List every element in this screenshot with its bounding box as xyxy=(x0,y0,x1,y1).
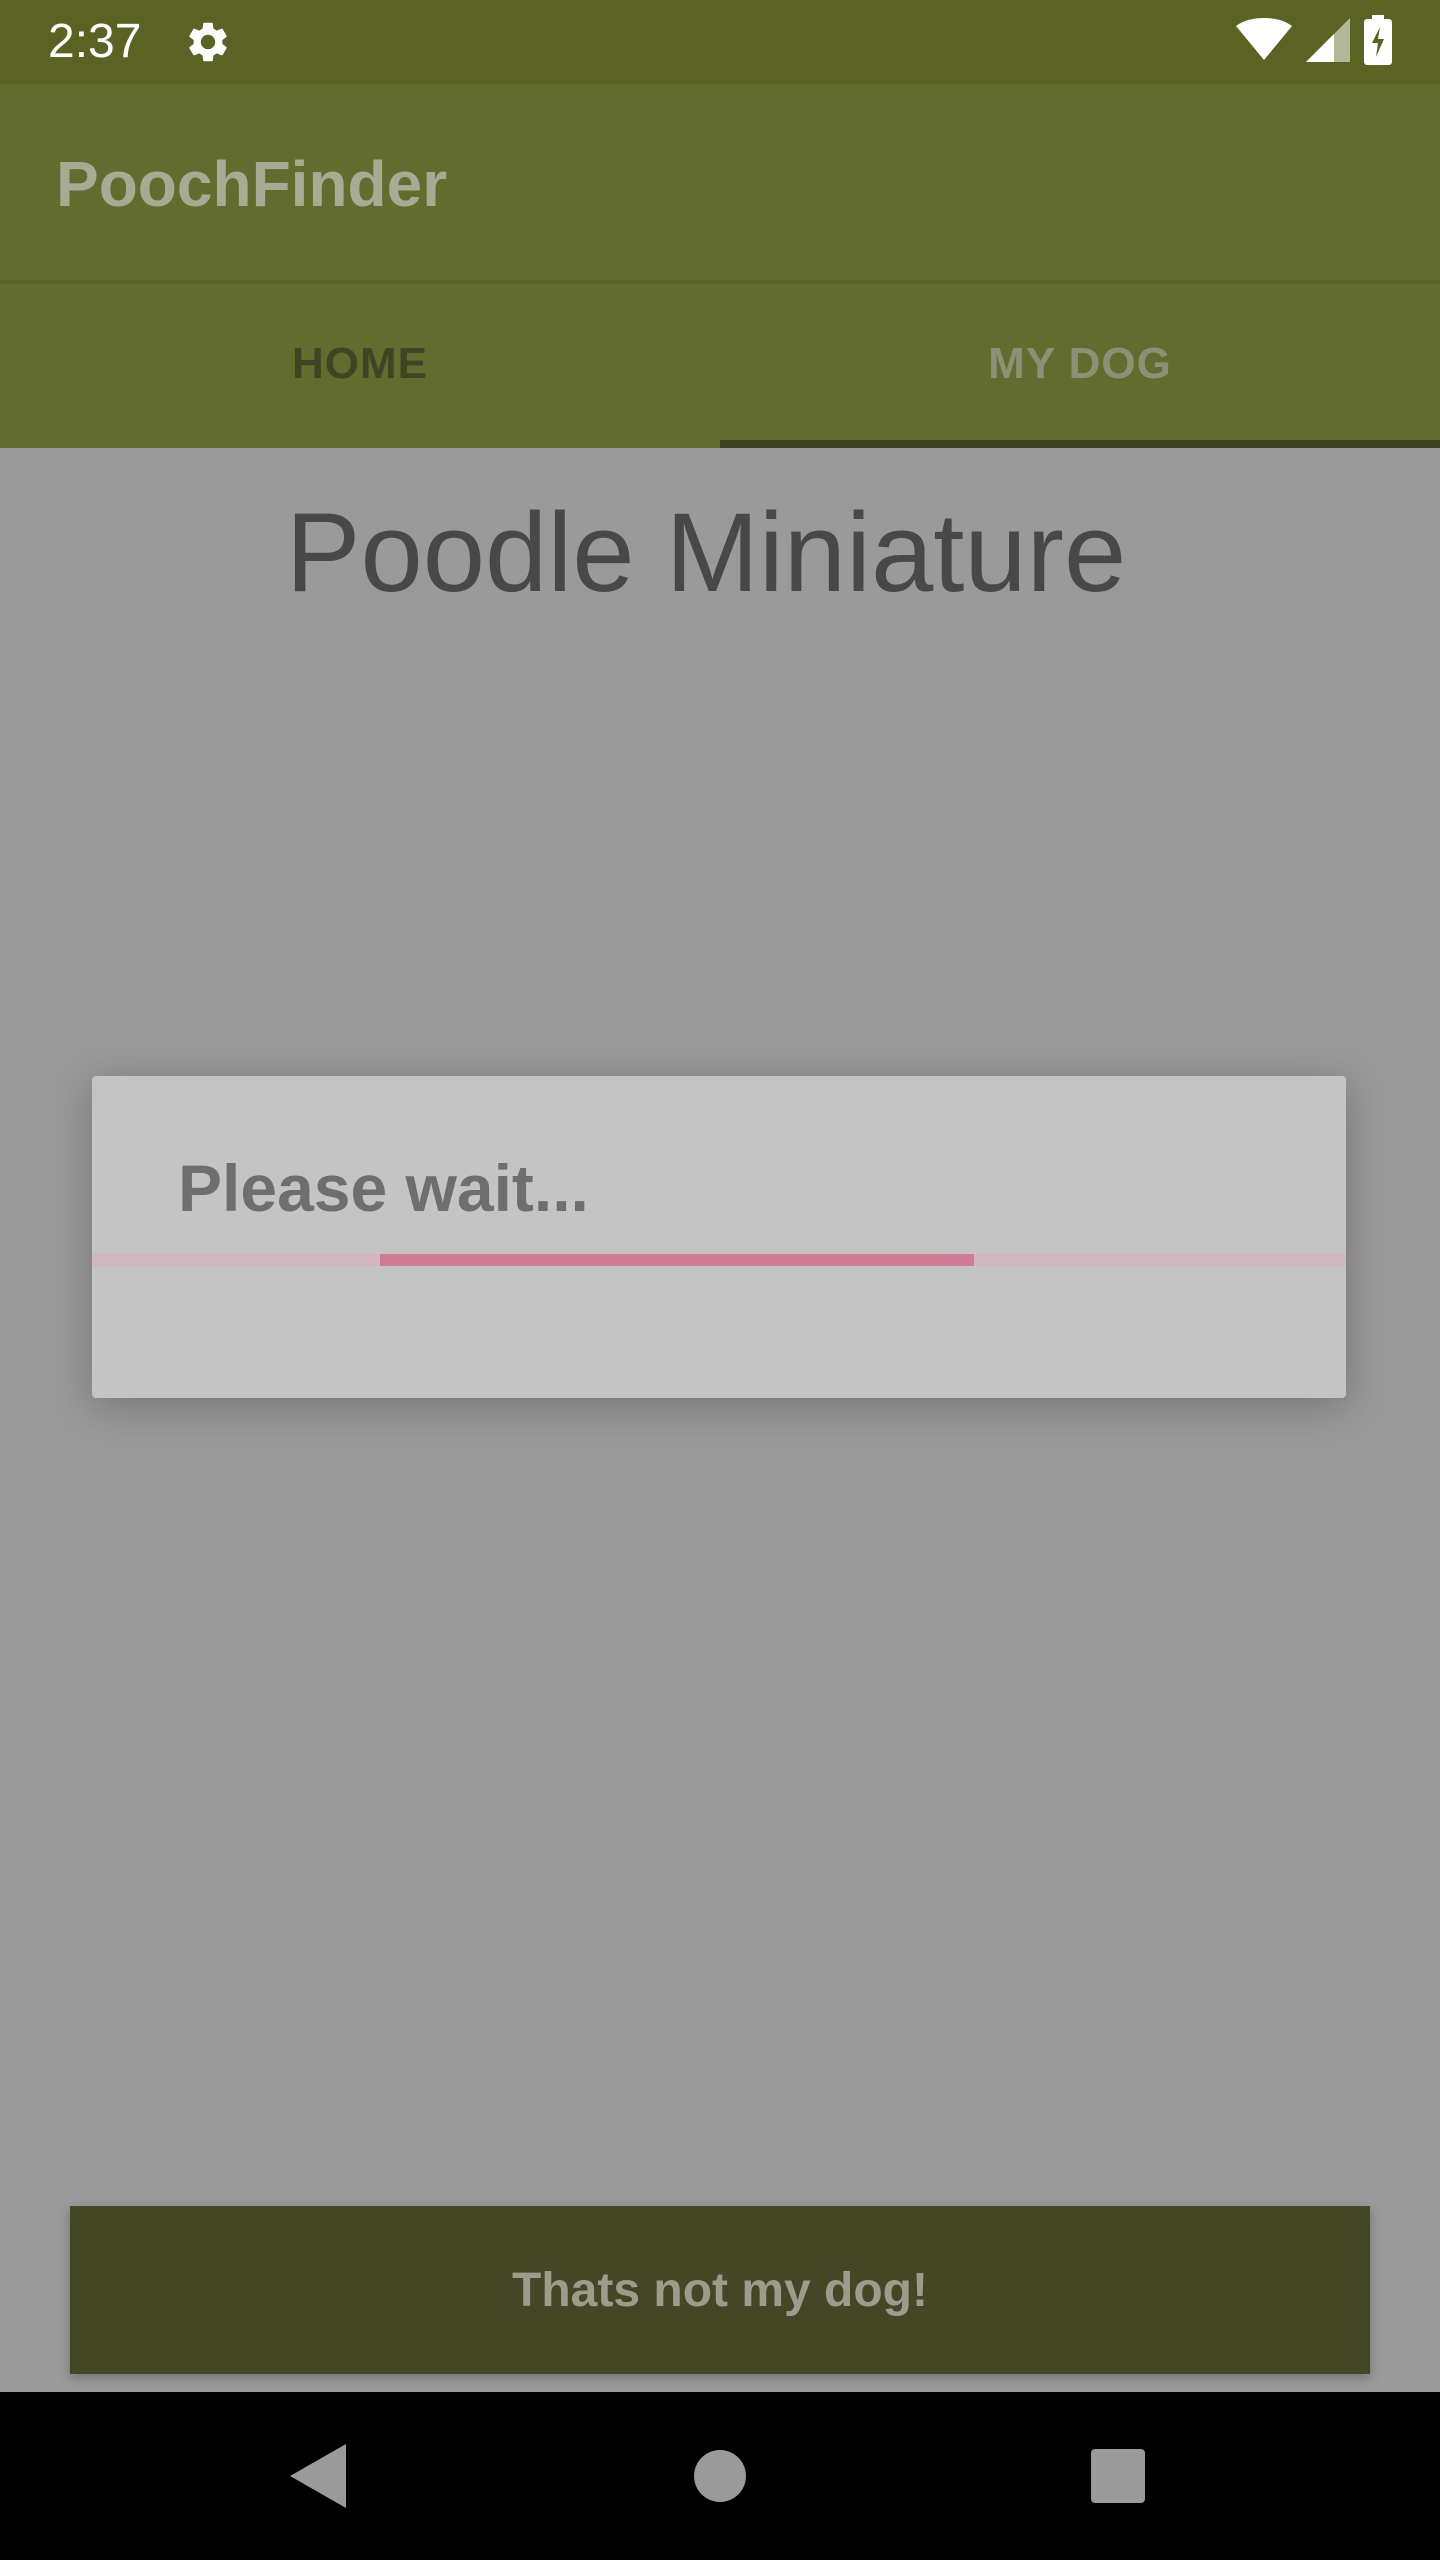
not-my-dog-button[interactable]: Thats not my dog! xyxy=(70,2206,1370,2374)
tab-selected-indicator xyxy=(720,440,1440,448)
tab-my-dog-label: MY DOG xyxy=(988,339,1172,388)
status-time: 2:37 xyxy=(48,15,142,68)
tab-my-dog[interactable]: MY DOG xyxy=(720,280,1440,448)
battery-icon xyxy=(1364,14,1392,70)
screen: 2:37 PoochFinder HOME MY DOG Poodle Mini… xyxy=(0,0,1440,2560)
status-bar: 2:37 xyxy=(0,0,1440,84)
back-icon[interactable] xyxy=(274,2432,362,2520)
signal-icon xyxy=(1306,17,1350,67)
dialog-message: Please wait... xyxy=(178,1151,589,1225)
gear-icon xyxy=(184,18,232,66)
wifi-icon xyxy=(1236,17,1292,67)
navigation-bar xyxy=(0,2392,1440,2560)
tab-bar: HOME MY DOG xyxy=(0,280,1440,448)
progress-dialog: Please wait... xyxy=(92,1076,1346,1398)
tab-home-label: HOME xyxy=(292,339,428,388)
tab-home[interactable]: HOME xyxy=(0,280,720,448)
home-icon[interactable] xyxy=(676,2432,764,2520)
progress-bar xyxy=(92,1254,1346,1266)
progress-fill xyxy=(380,1254,974,1266)
app-title: PoochFinder xyxy=(56,148,448,220)
breed-title: Poodle Miniature xyxy=(285,490,1127,615)
status-icons xyxy=(1236,14,1392,70)
recents-icon[interactable] xyxy=(1074,2432,1162,2520)
